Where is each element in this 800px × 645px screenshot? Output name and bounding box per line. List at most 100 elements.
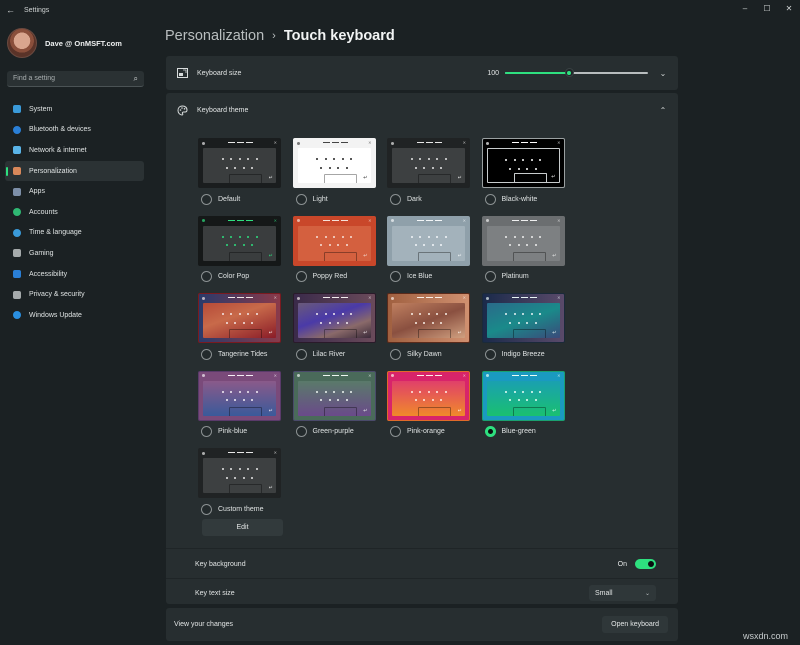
maximize-button[interactable]: ☐ bbox=[756, 2, 778, 16]
theme-radio-button[interactable] bbox=[295, 426, 307, 437]
key-background-toggle[interactable] bbox=[635, 559, 656, 569]
theme-option-ice-blue[interactable]: ✕ ↵ Ice Blue bbox=[387, 215, 471, 283]
theme-radio-label[interactable]: Custom theme bbox=[198, 503, 282, 515]
theme-preview[interactable]: ✕ ↵ bbox=[292, 138, 376, 188]
theme-preview[interactable]: ✕ ↵ bbox=[481, 370, 565, 421]
keyboard-size-slider[interactable] bbox=[505, 68, 648, 78]
theme-preview[interactable]: ✕ ↵ bbox=[292, 293, 376, 343]
theme-option-lilac-river[interactable]: ✕ ↵ Lilac River bbox=[292, 293, 377, 360]
theme-option-pink-blue[interactable]: ✕ ↵ Pink-blue bbox=[198, 370, 282, 438]
theme-radio-label[interactable]: Platinum bbox=[482, 271, 566, 283]
theme-radio-button[interactable] bbox=[390, 348, 401, 360]
sidebar-item-apps[interactable]: Apps bbox=[5, 181, 144, 202]
slider-thumb[interactable] bbox=[564, 68, 574, 77]
theme-option-tangerine-tides[interactable]: ✕ ↵ Tangerine Tides bbox=[198, 293, 282, 360]
theme-preview[interactable]: ✕ ↵ bbox=[387, 215, 470, 266]
theme-option-dark[interactable]: ✕ ↵ Dark bbox=[387, 138, 471, 205]
theme-option-indigo-breeze[interactable]: ✕ ↵ Indigo Breeze bbox=[481, 293, 566, 360]
theme-preview[interactable]: ✕ ↵ bbox=[387, 370, 470, 421]
theme-option-black-white[interactable]: ✕ ↵ Black-white bbox=[481, 138, 566, 205]
theme-radio-label[interactable]: Pink-orange bbox=[387, 426, 471, 438]
theme-radio-button[interactable] bbox=[484, 271, 496, 282]
sidebar-item-bluetooth-devices[interactable]: Bluetooth & devices bbox=[5, 120, 144, 141]
theme-preview[interactable]: ✕ ↵ bbox=[198, 293, 281, 343]
chevron-down-icon[interactable]: ⌄ bbox=[658, 69, 668, 78]
user-profile[interactable]: Dave @ OnMSFT.com bbox=[7, 28, 122, 58]
theme-preview[interactable]: ✕ ↵ bbox=[481, 138, 565, 188]
theme-preview[interactable]: ✕ ↵ bbox=[387, 138, 470, 188]
theme-radio-button[interactable] bbox=[295, 348, 307, 360]
theme-option-silky-dawn[interactable]: ✕ ↵ Silky Dawn bbox=[387, 293, 471, 360]
theme-option-green-purple[interactable]: ✕ ↵ Green-purple bbox=[292, 370, 377, 438]
theme-radio-button[interactable] bbox=[484, 193, 496, 205]
sidebar-item-network-internet[interactable]: Network & internet bbox=[5, 140, 144, 161]
theme-option-poppy-red[interactable]: ✕ ↵ Poppy Red bbox=[292, 215, 377, 283]
breadcrumb-parent[interactable]: Personalization bbox=[165, 28, 264, 44]
edit-custom-theme-button[interactable]: Edit bbox=[202, 519, 283, 536]
chevron-up-icon[interactable]: ⌃ bbox=[658, 106, 668, 115]
back-arrow-icon[interactable]: ← bbox=[6, 5, 15, 15]
theme-option-pink-orange[interactable]: ✕ ↵ Pink-orange bbox=[387, 370, 471, 438]
theme-radio-label[interactable]: Light bbox=[293, 193, 377, 205]
theme-radio-button[interactable] bbox=[201, 503, 212, 515]
theme-radio-button[interactable] bbox=[201, 193, 212, 205]
sidebar-item-accessibility[interactable]: Accessibility bbox=[5, 264, 144, 285]
sidebar-item-accounts[interactable]: Accounts bbox=[5, 202, 144, 223]
sidebar-item-windows-update[interactable]: Windows Update bbox=[5, 305, 144, 326]
theme-radio-label[interactable]: Silky Dawn bbox=[387, 348, 471, 360]
theme-option-platinum[interactable]: ✕ ↵ Platinum bbox=[481, 215, 566, 283]
theme-radio-label[interactable]: Lilac River bbox=[293, 348, 377, 360]
sidebar-item-time-language[interactable]: Time & language bbox=[5, 223, 144, 244]
theme-radio-button[interactable] bbox=[201, 271, 212, 282]
preview-key bbox=[320, 399, 323, 402]
theme-option-custom-theme[interactable]: ✕ ↵ Custom theme bbox=[198, 448, 282, 515]
theme-preview[interactable]: ✕ ↵ bbox=[198, 448, 281, 498]
theme-radio-label[interactable]: Indigo Breeze bbox=[482, 348, 566, 360]
theme-preview[interactable]: ✕ ↵ bbox=[198, 370, 281, 421]
theme-preview[interactable]: ✕ ↵ bbox=[481, 293, 565, 343]
theme-radio-label[interactable]: Blue-green bbox=[482, 426, 566, 438]
theme-option-color-pop[interactable]: ✕ ↵ Color Pop bbox=[198, 215, 282, 283]
theme-radio-label[interactable]: Tangerine Tides bbox=[198, 348, 282, 360]
theme-radio-label[interactable]: Color Pop bbox=[198, 271, 282, 283]
keyboard-theme-header[interactable]: Keyboard theme ⌃ bbox=[166, 93, 678, 127]
theme-radio-label[interactable]: Black-white bbox=[482, 193, 566, 205]
sidebar-item-gaming[interactable]: Gaming bbox=[5, 243, 144, 264]
theme-option-blue-green[interactable]: ✕ ↵ Blue-green bbox=[481, 370, 566, 438]
close-button[interactable]: ✕ bbox=[778, 2, 800, 16]
theme-preview[interactable]: ✕ ↵ bbox=[481, 215, 565, 266]
theme-option-default[interactable]: ✕ ↵ Default bbox=[198, 138, 282, 205]
theme-option-light[interactable]: ✕ ↵ Light bbox=[292, 138, 377, 205]
minimize-button[interactable]: – bbox=[734, 2, 756, 16]
theme-radio-label[interactable]: Green-purple bbox=[293, 426, 377, 438]
theme-preview[interactable]: ✕ ↵ bbox=[292, 370, 376, 421]
theme-radio-button[interactable] bbox=[484, 426, 496, 437]
theme-radio-button[interactable] bbox=[201, 426, 212, 437]
sidebar-item-system[interactable]: System bbox=[5, 99, 144, 120]
theme-radio-button[interactable] bbox=[390, 271, 401, 282]
preview-spacebar bbox=[323, 174, 357, 183]
theme-radio-button[interactable] bbox=[295, 193, 307, 205]
theme-radio-label[interactable]: Default bbox=[198, 193, 282, 205]
theme-preview[interactable]: ✕ ↵ bbox=[198, 138, 281, 188]
theme-radio-button[interactable] bbox=[390, 426, 401, 437]
theme-radio-button[interactable] bbox=[201, 348, 212, 360]
theme-radio-label[interactable]: Pink-blue bbox=[198, 426, 282, 438]
theme-radio-label[interactable]: Dark bbox=[387, 193, 471, 205]
key-text-size-dropdown[interactable]: Small ⌄ bbox=[589, 585, 656, 601]
theme-preview[interactable]: ✕ ↵ bbox=[292, 215, 376, 266]
search-input[interactable]: Find a setting ⌕ bbox=[7, 71, 144, 87]
theme-radio-button[interactable] bbox=[484, 348, 496, 360]
preview-key bbox=[333, 390, 335, 393]
theme-radio-label[interactable]: Poppy Red bbox=[293, 271, 377, 283]
theme-preview[interactable]: ✕ ↵ bbox=[387, 293, 470, 343]
open-keyboard-button[interactable]: Open keyboard bbox=[602, 616, 668, 633]
sidebar-item-personalization[interactable]: Personalization bbox=[5, 160, 144, 182]
sidebar-item-privacy-security[interactable]: Privacy & security bbox=[5, 284, 144, 305]
theme-radio-button[interactable] bbox=[295, 271, 307, 282]
preview-spacebar bbox=[229, 174, 262, 183]
theme-radio-label[interactable]: Ice Blue bbox=[387, 271, 471, 283]
search-icon[interactable]: ⌕ bbox=[134, 74, 138, 84]
theme-preview[interactable]: ✕ ↵ bbox=[198, 215, 281, 266]
theme-radio-button[interactable] bbox=[390, 193, 401, 205]
